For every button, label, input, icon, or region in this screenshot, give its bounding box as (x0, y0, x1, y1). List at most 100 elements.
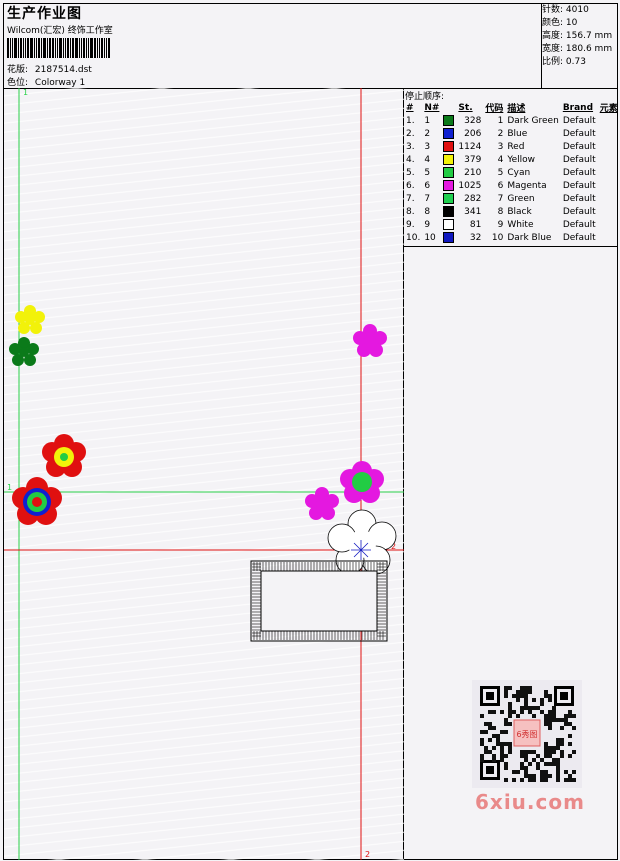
colorway-name: Colorway 1 (34, 78, 86, 88)
color-swatch (443, 219, 455, 230)
col-needle: N# (424, 102, 440, 113)
color-swatch (443, 167, 455, 178)
cell-n: 1 (424, 115, 431, 126)
stat-scale: 比例: 0.73 (542, 57, 586, 67)
cell-st: 379 (464, 154, 482, 165)
cell-st: 1025 (458, 180, 482, 191)
table-bottom-rule (403, 246, 618, 247)
cell-elem (598, 218, 620, 231)
qr-finder-top-right (554, 686, 574, 706)
design-stats: 针数: 4010 颜色: 10 高度: 156.7 mm 宽度: 180.6 m… (542, 4, 612, 69)
cell-code: 3 (497, 141, 504, 152)
cell-desc: Dark Green (507, 115, 559, 126)
stat-width: 宽度: 180.6 mm (542, 44, 613, 54)
cell-code: 2 (497, 128, 504, 139)
table-row: 3. 3 1124 3 Red Default (404, 140, 620, 153)
stat-height: 高度: 156.7 mm (542, 31, 613, 41)
cell-desc: Cyan (507, 167, 531, 178)
table-header-row: # N# St. 代码 描述 Brand 元素 (404, 101, 620, 115)
col-element: 元素 (599, 104, 618, 114)
cell-desc: Green (507, 193, 535, 204)
cell-st: 210 (464, 167, 482, 178)
cell-elem (598, 114, 620, 127)
cell-n: 4 (424, 154, 431, 165)
cell-desc: Blue (507, 128, 528, 139)
cell-code: 4 (497, 154, 504, 165)
cell-st: 282 (464, 193, 482, 204)
green-flower (9, 337, 39, 366)
cell-brand: Default (562, 167, 596, 178)
cell-n: 3 (424, 141, 431, 152)
magenta-flower-large (340, 461, 384, 503)
cell-n: 2 (424, 128, 431, 139)
cell-st: 81 (469, 219, 482, 230)
cell-st: 1124 (458, 141, 482, 152)
cell-desc: Black (507, 206, 532, 217)
cell-elem (598, 179, 620, 192)
qr-finder-top-left (480, 686, 500, 706)
cell-brand: Default (562, 206, 596, 217)
qr-stamp-text: 6秀图 (516, 729, 537, 739)
color-swatch (443, 154, 455, 165)
table-row: 5. 5 210 5 Cyan Default (404, 166, 620, 179)
col-code: 代码 (485, 104, 504, 114)
cell-code: 9 (497, 219, 504, 230)
cell-elem (598, 140, 620, 153)
barcode (7, 38, 141, 58)
cell-swatch (441, 179, 456, 192)
cell-brand: Default (562, 128, 596, 139)
marker-red-bottom: 2 (365, 850, 370, 859)
cell-idx: 9. (406, 219, 415, 230)
table-row: 10. 10 32 10 Dark Blue Default (404, 231, 620, 244)
design-label: 花版: (7, 65, 29, 75)
cell-st: 341 (464, 206, 482, 217)
col-index: # (406, 102, 414, 113)
cell-code: 1 (497, 115, 504, 126)
cell-code: 5 (497, 167, 504, 178)
cell-idx: 8. (406, 206, 415, 217)
qr-finder-bottom-left (480, 760, 500, 780)
cell-idx: 4. (406, 154, 415, 165)
cell-st: 32 (469, 232, 482, 243)
cell-elem (598, 231, 620, 244)
cell-idx: 7. (406, 193, 415, 204)
cell-idx: 3. (406, 141, 415, 152)
cell-idx: 2. (406, 128, 415, 139)
cell-st: 206 (464, 128, 482, 139)
cell-brand: Default (562, 219, 596, 230)
watermark-logo: 6xiu.com (475, 790, 585, 814)
cell-n: 6 (424, 180, 431, 191)
cell-brand: Default (562, 180, 596, 191)
cell-elem (598, 153, 620, 166)
satin-border-rectangle (250, 560, 388, 642)
magenta-flower-top (353, 324, 387, 357)
color-swatch (443, 115, 455, 126)
color-swatch (443, 193, 455, 204)
stat-colors: 颜色: 10 (542, 18, 578, 28)
qr-code: 6秀图 (472, 680, 582, 788)
design-canvas[interactable]: 1 1 2 2 (4, 88, 404, 860)
page-title: 生产作业图 (7, 6, 82, 22)
cell-code: 6 (497, 180, 504, 191)
color-swatch (443, 206, 455, 217)
cell-elem (598, 192, 620, 205)
cell-brand: Default (562, 232, 596, 243)
stat-stitches: 针数: 4010 (542, 5, 589, 15)
cell-code: 10 (491, 232, 504, 243)
cell-swatch (441, 231, 456, 244)
cell-idx: 10. (406, 232, 421, 243)
cell-idx: 6. (406, 180, 415, 191)
cell-swatch (441, 153, 456, 166)
cell-swatch (441, 127, 456, 140)
studio-name: Wilcom(汇宏) 终饰工作室 (7, 26, 113, 36)
color-swatch (443, 180, 455, 191)
colorway-label: 色位: (7, 78, 29, 88)
cell-brand: Default (562, 154, 596, 165)
cell-elem (598, 127, 620, 140)
cell-brand: Default (562, 115, 596, 126)
cell-desc: Dark Blue (507, 232, 552, 243)
design-file: 2187514.dst (34, 65, 92, 75)
cell-n: 8 (424, 206, 431, 217)
cell-swatch (441, 140, 456, 153)
cell-brand: Default (562, 141, 596, 152)
